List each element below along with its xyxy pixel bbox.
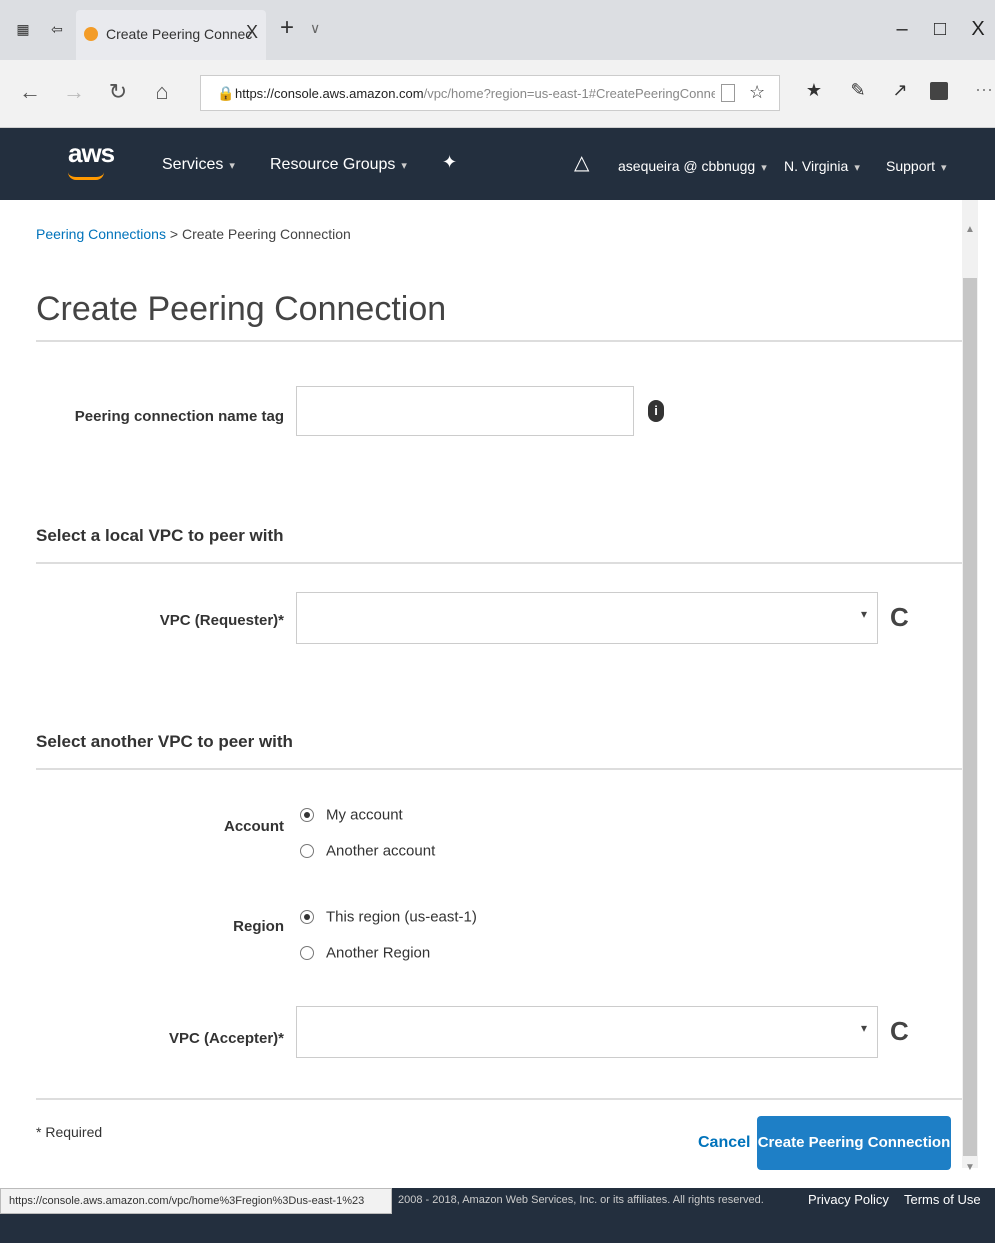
- url-text: https://console.aws.amazon.com/vpc/home?…: [235, 86, 715, 101]
- new-tab-icon[interactable]: +: [280, 16, 294, 40]
- refresh-accepter-icon[interactable]: C: [890, 1016, 909, 1047]
- radio-button[interactable]: [300, 807, 314, 822]
- breadcrumb-separator: >: [165, 226, 182, 242]
- breadcrumb-current: Create Peering Connection: [181, 226, 351, 242]
- scroll-down-arrow-icon[interactable]: ▼: [962, 1162, 978, 1178]
- back-icon[interactable]: ←: [18, 80, 42, 104]
- breadcrumb-peering-connections-link[interactable]: Peering Connections: [36, 226, 166, 242]
- favorite-star-icon[interactable]: ☆: [749, 82, 765, 103]
- tab-actions-icon[interactable]: ▦: [14, 20, 32, 38]
- main-content: Peering Connections > Create Peering Con…: [0, 200, 962, 1170]
- copyright-text: 2008 - 2018, Amazon Web Services, Inc. o…: [398, 1194, 764, 1206]
- minimize-icon[interactable]: –: [890, 18, 914, 41]
- region-option-another-region[interactable]: Another Region: [300, 944, 430, 968]
- aws-logo-smile: [68, 172, 104, 180]
- requester-vpc-label: VPC (Requester)*: [159, 612, 284, 629]
- radio-button[interactable]: [300, 945, 314, 960]
- name-tag-label: Peering connection name tag: [74, 408, 284, 425]
- accepter-vpc-label: VPC (Accepter)*: [168, 1030, 284, 1047]
- chevron-down-icon: ▾: [229, 160, 235, 172]
- accepter-vpc-select[interactable]: ▾: [296, 1006, 878, 1058]
- cancel-button[interactable]: Cancel: [698, 1134, 750, 1152]
- form-footer-divider: [36, 1098, 962, 1100]
- local-vpc-section-heading: Select a local VPC to peer with: [36, 526, 284, 545]
- pen-notes-icon[interactable]: ✎: [846, 80, 870, 101]
- another-section-divider: [36, 768, 962, 770]
- create-peering-connection-button[interactable]: Create Peering Connection: [757, 1116, 951, 1170]
- dropdown-arrow-icon: ▾: [860, 1021, 867, 1035]
- scroll-up-arrow-icon[interactable]: ▲: [962, 224, 978, 240]
- favorites-hub-icon[interactable]: ★: [802, 80, 826, 101]
- share-icon[interactable]: ↗: [888, 80, 912, 101]
- title-divider: [36, 340, 962, 342]
- info-icon[interactable]: i: [648, 400, 664, 422]
- pin-icon[interactable]: ✦: [442, 152, 457, 173]
- services-menu[interactable]: Services ▾: [162, 156, 235, 174]
- browser-address-bar: ← → ↻ ⌂ 🔒 https://console.aws.amazon.com…: [0, 60, 995, 128]
- terms-of-use-link[interactable]: Terms of Use: [904, 1192, 981, 1207]
- chevron-down-icon: ▾: [761, 162, 767, 174]
- url-field[interactable]: 🔒 https://console.aws.amazon.com/vpc/hom…: [200, 75, 780, 111]
- bell-icon[interactable]: △: [574, 150, 589, 175]
- account-label: Account: [224, 818, 284, 835]
- account-option-my-account[interactable]: My account: [300, 806, 403, 830]
- resource-groups-menu[interactable]: Resource Groups ▾: [270, 156, 407, 174]
- support-menu[interactable]: Support ▾: [886, 158, 947, 174]
- breadcrumb: Peering Connections > Create Peering Con…: [36, 226, 351, 242]
- account-menu[interactable]: asequeira @ cbbnugg ▾: [618, 158, 767, 174]
- requester-vpc-select[interactable]: ▾: [296, 592, 878, 644]
- extension-icon[interactable]: [930, 82, 948, 100]
- required-note: * Required: [36, 1124, 103, 1140]
- another-vpc-section-heading: Select another VPC to peer with: [36, 732, 293, 751]
- radio-button[interactable]: [300, 909, 314, 924]
- lock-icon: 🔒: [217, 85, 235, 101]
- aws-top-nav: aws Services ▾ Resource Groups ▾ ✦ △ asequ…: [0, 128, 995, 200]
- status-bar-url: https://console.aws.amazon.com/vpc/home%…: [0, 1188, 392, 1214]
- chevron-down-icon: ▾: [854, 162, 860, 174]
- page-title: Create Peering Connection: [36, 290, 447, 328]
- aws-favicon-icon: [84, 27, 98, 41]
- console-footer: https://console.aws.amazon.com/vpc/home%…: [0, 1188, 995, 1243]
- tab-title: Create Peering Connec: [106, 26, 253, 42]
- tabs-aside-icon[interactable]: ⇦: [48, 20, 66, 38]
- forward-icon[interactable]: →: [62, 80, 86, 104]
- maximize-icon[interactable]: □: [928, 18, 952, 41]
- account-option-another-account[interactable]: Another account: [300, 842, 435, 866]
- region-option-this-region[interactable]: This region (us-east-1): [300, 908, 477, 932]
- home-icon[interactable]: ⌂: [150, 80, 174, 104]
- close-window-icon[interactable]: X: [966, 18, 990, 41]
- local-section-divider: [36, 562, 962, 564]
- more-icon[interactable]: ⋯: [972, 80, 995, 101]
- refresh-icon[interactable]: ↻: [106, 80, 130, 104]
- scrollbar-thumb[interactable]: [963, 278, 977, 1156]
- region-menu[interactable]: N. Virginia ▾: [784, 158, 860, 174]
- radio-button[interactable]: [300, 843, 314, 858]
- browser-tab-bar: ▦ ⇦ Create Peering Connec X + ∨ – □ X: [0, 0, 995, 60]
- chevron-down-icon: ▾: [941, 162, 947, 174]
- dropdown-arrow-icon: ▾: [860, 607, 867, 621]
- name-tag-input[interactable]: [296, 386, 634, 436]
- reading-view-icon[interactable]: [721, 84, 735, 102]
- region-label: Region: [233, 918, 284, 935]
- active-tab[interactable]: Create Peering Connec X: [76, 10, 266, 60]
- aws-logo[interactable]: aws: [68, 138, 115, 169]
- chevron-down-icon: ▾: [401, 160, 407, 172]
- refresh-requester-icon[interactable]: C: [890, 602, 909, 633]
- tab-close-icon[interactable]: X: [246, 22, 258, 43]
- privacy-policy-link[interactable]: Privacy Policy: [808, 1192, 889, 1207]
- tab-list-chevron-icon[interactable]: ∨: [310, 20, 320, 37]
